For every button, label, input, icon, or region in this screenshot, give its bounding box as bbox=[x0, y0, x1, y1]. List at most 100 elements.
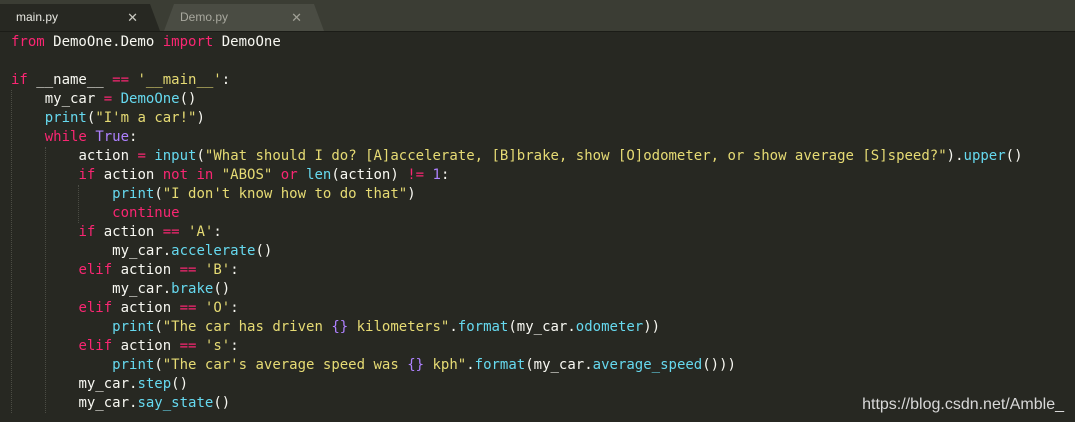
code-token: print bbox=[44, 110, 87, 126]
code-token: elif bbox=[78, 300, 113, 316]
code-token: print bbox=[112, 319, 155, 335]
code-token: ). bbox=[946, 148, 964, 164]
code-token: != bbox=[407, 167, 425, 183]
code-token: len bbox=[306, 167, 332, 183]
code-token: average_speed bbox=[592, 357, 703, 373]
code-line[interactable]: elif action == 'B': bbox=[11, 261, 239, 280]
code-token: : bbox=[213, 224, 222, 240]
code-line[interactable]: elif action == 's': bbox=[11, 337, 238, 356]
code-line[interactable]: my_car.step() bbox=[11, 375, 188, 394]
code-token: : bbox=[221, 72, 231, 88]
code-token: not in bbox=[162, 167, 214, 183]
close-icon[interactable]: ✕ bbox=[291, 4, 302, 31]
close-icon[interactable]: ✕ bbox=[127, 4, 138, 31]
code-token: == bbox=[179, 262, 197, 278]
code-token: if bbox=[11, 72, 28, 88]
code-token: brake bbox=[171, 281, 214, 297]
code-token: 1 bbox=[432, 167, 441, 183]
code-token: ) bbox=[407, 186, 416, 202]
code-token: == bbox=[179, 338, 197, 354]
code-token: my_car bbox=[44, 91, 104, 107]
code-token: DemoOne bbox=[213, 34, 281, 50]
code-line[interactable]: print("The car's average speed was {} kp… bbox=[11, 356, 736, 375]
watermark: https://blog.csdn.net/Amble_ bbox=[862, 396, 1064, 413]
code-token: = bbox=[137, 148, 146, 164]
code-token: = bbox=[103, 91, 113, 107]
code-token: )) bbox=[643, 319, 661, 335]
code-token: elif bbox=[78, 262, 113, 278]
code-token: 'B' bbox=[204, 262, 231, 278]
code-token: step bbox=[137, 376, 172, 392]
code-token: True bbox=[95, 129, 130, 145]
code-line[interactable]: continue bbox=[11, 204, 179, 223]
code-token: upper bbox=[963, 148, 1006, 164]
code-line[interactable]: if action == 'A': bbox=[11, 223, 222, 242]
code-token: odometer bbox=[575, 319, 644, 335]
code-line[interactable]: my_car.accelerate() bbox=[11, 242, 272, 261]
code-token: (action) bbox=[331, 167, 408, 183]
code-token: from bbox=[11, 34, 45, 50]
code-token: "I'm a car!" bbox=[95, 110, 197, 126]
code-token: "ABOS" bbox=[221, 167, 273, 183]
code-token: my_car. bbox=[78, 395, 138, 411]
code-token: say_state bbox=[137, 395, 214, 411]
code-token: 's' bbox=[204, 338, 231, 354]
tab-bar: main.py ✕ Demo.py ✕ bbox=[0, 0, 1075, 32]
code-token: "The car's average speed was bbox=[162, 357, 408, 373]
code-token: my_car. bbox=[78, 376, 138, 392]
code-line[interactable]: if action not in "ABOS" or len(action) !… bbox=[11, 166, 449, 185]
code-token: {} bbox=[331, 319, 349, 335]
code-token: (my_car. bbox=[508, 319, 576, 335]
code-token: my_car. bbox=[112, 281, 172, 297]
code-line[interactable]: from DemoOne.Demo import DemoOne bbox=[11, 33, 281, 52]
code-token: ( bbox=[154, 186, 163, 202]
code-token: () bbox=[255, 243, 273, 259]
code-token: == bbox=[112, 72, 130, 88]
code-token: action bbox=[95, 224, 163, 240]
code-line[interactable]: print("I'm a car!") bbox=[11, 109, 205, 128]
code-token: elif bbox=[78, 338, 113, 354]
code-token: {} bbox=[407, 357, 425, 373]
code-token: : bbox=[230, 262, 239, 278]
code-token: : bbox=[440, 167, 450, 183]
code-token: () bbox=[1005, 148, 1023, 164]
code-token: () bbox=[179, 91, 197, 107]
code-token: 'A' bbox=[188, 224, 214, 240]
code-line[interactable]: action = input("What should I do? [A]acc… bbox=[11, 147, 1023, 166]
code-token: : bbox=[230, 300, 239, 316]
code-token: () bbox=[213, 395, 231, 411]
code-line[interactable]: my_car.say_state() bbox=[11, 394, 230, 413]
code-line[interactable]: if __name__ == '__main__': bbox=[11, 71, 230, 90]
code-token: kph" bbox=[424, 357, 467, 373]
code-line[interactable]: my_car = DemoOne() bbox=[11, 90, 197, 109]
tab-main-py[interactable]: main.py ✕ bbox=[0, 4, 160, 31]
code-line[interactable]: print("I don't know how to do that") bbox=[11, 185, 416, 204]
code-line[interactable]: my_car.brake() bbox=[11, 280, 230, 299]
code-token: DemoOne bbox=[120, 91, 180, 107]
code-line[interactable]: while True: bbox=[11, 128, 138, 147]
code-token: action bbox=[112, 262, 180, 278]
code-token: my_car. bbox=[112, 243, 172, 259]
code-token: "The car has driven bbox=[162, 319, 332, 335]
code-token: action bbox=[78, 148, 138, 164]
code-token: action bbox=[95, 167, 163, 183]
code-token: if bbox=[78, 224, 96, 240]
code-token: or bbox=[280, 167, 298, 183]
code-token: ( bbox=[196, 148, 205, 164]
code-token: "What should I do? [A]accelerate, [B]bra… bbox=[204, 148, 947, 164]
tab-demo-py[interactable]: Demo.py ✕ bbox=[164, 4, 324, 31]
code-token: : bbox=[129, 129, 138, 145]
tab-label: main.py bbox=[16, 10, 59, 24]
code-token: == bbox=[162, 224, 180, 240]
code-token: print bbox=[112, 357, 155, 373]
code-line[interactable]: elif action == 'O': bbox=[11, 299, 239, 318]
code-token: format bbox=[474, 357, 526, 373]
code-line[interactable]: print("The car has driven {} kilometers"… bbox=[11, 318, 660, 337]
code-token: (my_car. bbox=[525, 357, 593, 373]
code-editor[interactable]: from DemoOne.Demo import DemoOne if __nam… bbox=[0, 33, 1075, 422]
